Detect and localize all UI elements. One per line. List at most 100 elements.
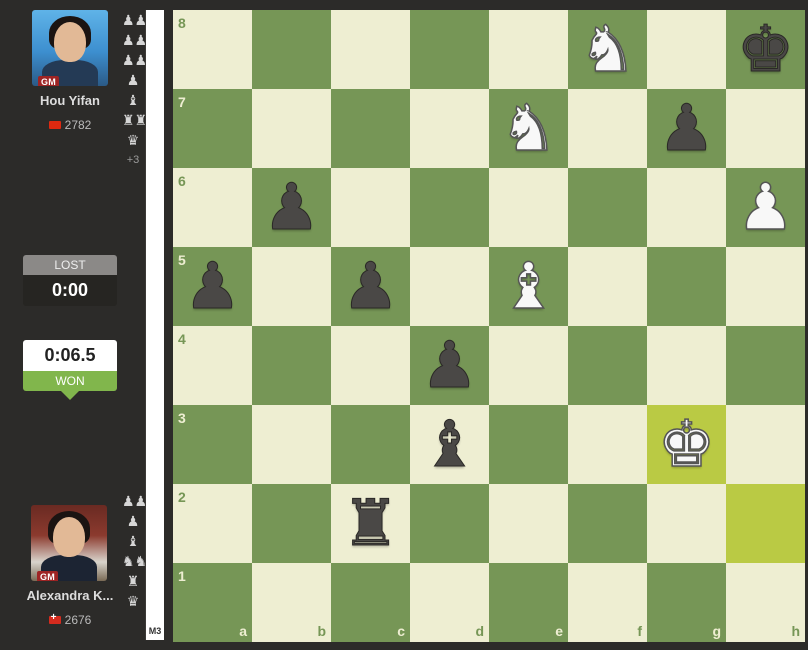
black-pawn-piece[interactable]: ♟ [420, 333, 478, 398]
square-c5[interactable]: ♟ [331, 247, 410, 326]
captured-knights-icon: ♞♞ [122, 553, 148, 569]
square-h4[interactable] [726, 326, 805, 405]
top-player-name[interactable]: Hou Yifan [0, 93, 140, 108]
black-pawn-piece[interactable]: ♟ [183, 254, 241, 319]
square-c3[interactable] [331, 405, 410, 484]
square-e5[interactable]: ♝ [489, 247, 568, 326]
black-rook-piece[interactable]: ♜ [341, 491, 399, 556]
black-pawn-piece[interactable]: ♟ [341, 254, 399, 319]
bottom-player-avatar[interactable]: GM [31, 505, 107, 581]
square-a7[interactable]: 7 [173, 89, 252, 168]
square-b5[interactable] [252, 247, 331, 326]
square-g4[interactable] [647, 326, 726, 405]
square-a6[interactable]: 6 [173, 168, 252, 247]
square-g1[interactable]: g [647, 563, 726, 642]
square-h6[interactable]: ♟ [726, 168, 805, 247]
white-knight-piece[interactable]: ♞ [499, 96, 558, 162]
square-b8[interactable] [252, 10, 331, 89]
square-f4[interactable] [568, 326, 647, 405]
square-c4[interactable] [331, 326, 410, 405]
rank-label: 5 [178, 252, 186, 268]
rank-label: 7 [178, 94, 186, 110]
square-g5[interactable] [647, 247, 726, 326]
square-f8[interactable]: ♞ [568, 10, 647, 89]
lost-label: LOST [23, 255, 117, 275]
square-f7[interactable] [568, 89, 647, 168]
square-g7[interactable]: ♟ [647, 89, 726, 168]
square-c1[interactable]: c [331, 563, 410, 642]
square-e1[interactable]: e [489, 563, 568, 642]
black-king-piece[interactable]: ♚ [736, 17, 794, 82]
bottom-player-panel: GM Alexandra K... 2676 [0, 505, 140, 627]
square-h2[interactable] [726, 484, 805, 563]
square-c7[interactable] [331, 89, 410, 168]
square-d6[interactable] [410, 168, 489, 247]
square-g2[interactable] [647, 484, 726, 563]
file-label: f [637, 623, 642, 639]
square-b2[interactable] [252, 484, 331, 563]
white-knight-piece[interactable]: ♞ [578, 17, 637, 83]
square-b7[interactable] [252, 89, 331, 168]
square-f2[interactable] [568, 484, 647, 563]
square-d8[interactable] [410, 10, 489, 89]
square-c2[interactable]: ♜ [331, 484, 410, 563]
square-a5[interactable]: 5 ♟ [173, 247, 252, 326]
white-king-piece[interactable]: ♚ [657, 412, 716, 478]
bottom-captured-pieces: ♟♟ ♟ ♝ ♞♞ ♜ ♛ [122, 491, 148, 611]
square-a8[interactable]: 8 [173, 10, 252, 89]
square-e8[interactable] [489, 10, 568, 89]
square-g6[interactable] [647, 168, 726, 247]
black-pawn-piece[interactable]: ♟ [262, 175, 320, 240]
square-f6[interactable] [568, 168, 647, 247]
top-clock: LOST 0:00 [23, 255, 117, 306]
bottom-player-rating-row: 2676 [0, 612, 140, 627]
square-c6[interactable] [331, 168, 410, 247]
square-h3[interactable] [726, 405, 805, 484]
square-a2[interactable]: 2 [173, 484, 252, 563]
square-h8[interactable]: ♚ [726, 10, 805, 89]
top-player-avatar[interactable]: GM [32, 10, 108, 86]
square-e3[interactable] [489, 405, 568, 484]
square-a3[interactable]: 3 [173, 405, 252, 484]
square-d7[interactable] [410, 89, 489, 168]
file-label: h [791, 623, 800, 639]
title-badge: GM [38, 76, 60, 86]
file-label: g [712, 623, 721, 639]
black-pawn-piece[interactable]: ♟ [657, 96, 715, 161]
square-b3[interactable] [252, 405, 331, 484]
square-e6[interactable] [489, 168, 568, 247]
square-c8[interactable] [331, 10, 410, 89]
square-h5[interactable] [726, 247, 805, 326]
square-d1[interactable]: d [410, 563, 489, 642]
white-pawn-piece[interactable]: ♟ [736, 175, 795, 241]
square-h1[interactable]: h [726, 563, 805, 642]
square-e4[interactable] [489, 326, 568, 405]
square-e2[interactable] [489, 484, 568, 563]
square-b4[interactable] [252, 326, 331, 405]
bottom-clock-time: 0:06.5 [23, 340, 117, 371]
square-a4[interactable]: 4 [173, 326, 252, 405]
rank-label: 3 [178, 410, 186, 426]
square-f1[interactable]: f [568, 563, 647, 642]
rank-label: 6 [178, 173, 186, 189]
black-bishop-piece[interactable]: ♝ [420, 412, 478, 477]
square-b1[interactable]: b [252, 563, 331, 642]
square-e7[interactable]: ♞ [489, 89, 568, 168]
white-bishop-piece[interactable]: ♝ [499, 254, 558, 320]
square-d4[interactable]: ♟ [410, 326, 489, 405]
square-g3[interactable]: ♚ [647, 405, 726, 484]
square-d2[interactable] [410, 484, 489, 563]
rank-label: 8 [178, 15, 186, 31]
square-f3[interactable] [568, 405, 647, 484]
square-d3[interactable]: ♝ [410, 405, 489, 484]
captured-bishop-icon: ♝ [126, 92, 140, 108]
rank-label: 4 [178, 331, 186, 347]
square-h7[interactable] [726, 89, 805, 168]
square-b6[interactable]: ♟ [252, 168, 331, 247]
title-badge: GM [37, 571, 59, 581]
square-d5[interactable] [410, 247, 489, 326]
square-g8[interactable] [647, 10, 726, 89]
bottom-player-name[interactable]: Alexandra K... [0, 588, 140, 603]
square-a1[interactable]: 1a [173, 563, 252, 642]
square-f5[interactable] [568, 247, 647, 326]
